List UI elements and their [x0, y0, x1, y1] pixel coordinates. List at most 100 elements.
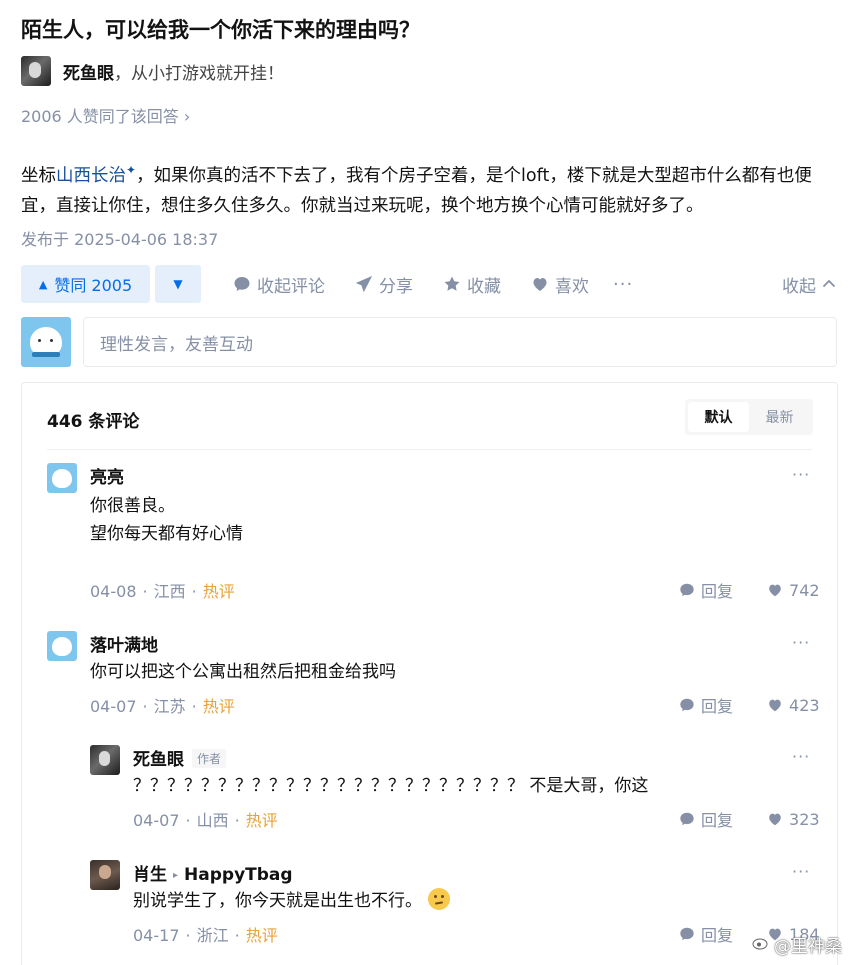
comment-more-icon[interactable]: ··· [792, 747, 810, 766]
commenter-avatar[interactable] [47, 463, 77, 493]
location-link[interactable]: 山西长治 [56, 166, 126, 186]
comment-bubble-icon [679, 582, 695, 598]
watermark-text: @里神桑 [774, 937, 842, 957]
commenter-name[interactable]: 死鱼眼 作者 [133, 745, 227, 770]
comment-text: 你很善良。 [90, 496, 175, 516]
hot-comment-badge: 热评 [202, 697, 235, 716]
comment-meta: 04-07 · 山西 · 热评 [133, 811, 278, 830]
reply-button[interactable]: 回复 [679, 578, 733, 602]
reply-arrow-icon: ▸ [173, 870, 179, 881]
share-button[interactable]: 分享 [355, 272, 413, 297]
comment-like-button[interactable]: 742 [767, 581, 820, 600]
collapse-answer-button[interactable]: 收起 [782, 265, 836, 303]
sort-toggle: 默认 最新 [685, 399, 813, 435]
comments-panel: 446 条评论 默认 最新 亮亮 ··· 你很善良。 望你每天都有好心情 04-… [21, 382, 838, 965]
comment-like-button[interactable]: 323 [767, 810, 820, 829]
commenter-name[interactable]: 亮亮 [90, 463, 124, 488]
upvote-button[interactable]: ▲ 赞同 2005 [21, 265, 150, 303]
current-user-avatar[interactable] [21, 317, 71, 367]
heart-icon [767, 811, 783, 827]
comment-count: 446 条评论 [47, 412, 140, 432]
comment-meta: 04-07 · 江苏 · 热评 [90, 697, 235, 716]
comment-text-content: 别说学生了，你今天就是出生也不行。 [133, 891, 422, 911]
comment-region: 江西 [153, 582, 186, 601]
reply-button[interactable]: 回复 [679, 807, 733, 831]
reply-label: 回复 [701, 926, 734, 945]
upvote-summary-link[interactable]: 2006 人赞同了该回答 › [21, 103, 190, 127]
answer-author-row: 死鱼眼 ，从小打游戏就开挂！ [21, 56, 284, 86]
share-plane-icon [355, 275, 373, 293]
comment-bubble-icon [679, 811, 695, 827]
upvote-label: 赞同 2005 [54, 276, 133, 295]
star-icon [443, 275, 461, 293]
favorite-label: 收藏 [467, 276, 501, 297]
publish-time: 发布于 2025-04-06 18:37 [21, 230, 219, 249]
comment-region: 江苏 [153, 697, 186, 716]
comment-more-icon[interactable]: ··· [792, 633, 810, 652]
comment-more-icon[interactable]: ··· [792, 465, 810, 484]
reply-button[interactable]: 回复 [679, 693, 733, 717]
comment-date: 04-08 [90, 582, 137, 601]
hot-comment-badge: 热评 [202, 582, 235, 601]
commenter-name-text: 肖生 [133, 865, 167, 885]
author-bio: ，从小打游戏就开挂！ [114, 63, 284, 84]
favorite-button[interactable]: 收藏 [443, 272, 501, 297]
comment-text: 你可以把这个公寓出租然后把租金给我吗 [90, 662, 396, 682]
heart-icon [767, 582, 783, 598]
comment-meta: 04-17 · 浙江 · 热评 [133, 926, 278, 945]
reply-target-name[interactable]: HappyTbag [184, 865, 293, 885]
comment-actions: 回复 742 [679, 578, 820, 602]
weibo-watermark: @里神桑 [752, 932, 842, 957]
commenter-avatar[interactable] [47, 631, 77, 661]
reply-label: 回复 [701, 811, 734, 830]
comment-date: 04-07 [133, 811, 180, 830]
comment-date: 04-07 [90, 697, 137, 716]
location-link-icon: ✦ [126, 163, 137, 177]
comment-date: 04-17 [133, 926, 180, 945]
comment-bubble-icon [679, 926, 695, 942]
hot-comment-badge: 热评 [245, 926, 278, 945]
weibo-logo-icon [752, 935, 770, 955]
upvote-triangle-icon: ▲ [38, 277, 48, 291]
chevron-up-icon [822, 277, 836, 292]
comment-text: 望你每天都有好心情 [90, 524, 243, 544]
sort-latest-button[interactable]: 最新 [749, 402, 810, 432]
like-count: 423 [789, 695, 820, 715]
collapse-label: 收起 [782, 276, 816, 297]
comment-more-icon[interactable]: ··· [792, 862, 810, 881]
author-avatar[interactable] [21, 56, 51, 86]
more-options-button[interactable]: ··· [613, 274, 633, 295]
like-button[interactable]: 喜欢 [531, 272, 589, 297]
reply-button[interactable]: 回复 [679, 922, 733, 946]
comment-actions: 回复 323 [679, 807, 820, 831]
commenter-name[interactable]: 落叶满地 [90, 631, 158, 656]
heart-icon [531, 275, 549, 293]
commenter-avatar[interactable] [90, 745, 120, 775]
collapse-comments-button[interactable]: 收起评论 [233, 272, 325, 297]
heart-icon [767, 697, 783, 713]
comment-item: 亮亮 ··· 你很善良。 望你每天都有好心情 04-08 · 江西 · 热评 回复 74… [47, 463, 820, 613]
comment-region: 山西 [196, 811, 229, 830]
comment-text: 别说学生了，你今天就是出生也不行。 [133, 887, 450, 915]
like-count: 323 [789, 809, 820, 829]
like-count: 742 [789, 580, 820, 600]
reply-label: 回复 [701, 697, 734, 716]
commenter-name-text: 死鱼眼 [133, 750, 184, 770]
question-title[interactable]: 陌生人，可以给我一个你活下来的理由吗？ [21, 14, 420, 44]
downvote-button[interactable]: ▼ [155, 265, 201, 303]
reply-item: 死鱼眼 作者 ··· ？？？？？？？？？？？？？？？？？？？？？？？ 不是大哥，你… [90, 745, 820, 845]
hot-comment-badge: 热评 [245, 811, 278, 830]
divider [47, 449, 812, 450]
comment-region: 浙江 [196, 926, 229, 945]
comment-input[interactable]: 理性发言，友善互动 [83, 317, 837, 367]
answer-body-text: ，如果你真的活不下去了，我有个房子空着，是个loft，楼下就是大型超市什么都有也… [21, 165, 812, 216]
comment-like-button[interactable]: 423 [767, 696, 820, 715]
comment-bubble-icon [679, 697, 695, 713]
answer-body-prefix: 坐标 [21, 165, 56, 186]
author-name[interactable]: 死鱼眼 [63, 59, 114, 84]
like-label: 喜欢 [555, 276, 589, 297]
commenter-name[interactable]: 肖生 ▸ HappyTbag [133, 860, 293, 885]
reply-item: 肖生 ▸ HappyTbag ··· 别说学生了，你今天就是出生也不行。 04-17… [90, 860, 820, 960]
commenter-avatar[interactable] [90, 860, 120, 890]
sort-default-button[interactable]: 默认 [688, 402, 749, 432]
